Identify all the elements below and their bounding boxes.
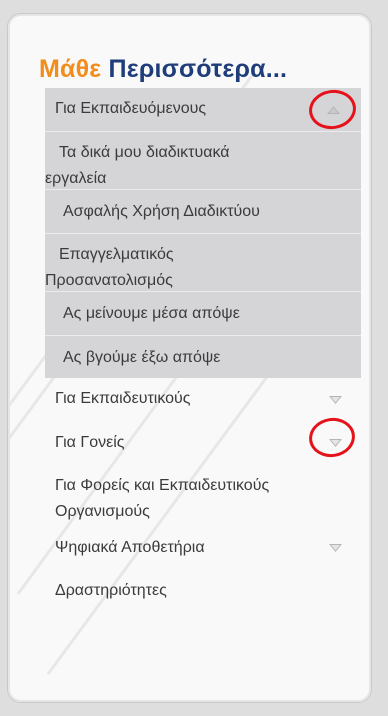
menu-item-label: Δραστηριότητες [55, 582, 167, 599]
submenu-item-label: Ας μείνουμε μέσα απόψε [63, 305, 240, 322]
menu-item-activities[interactable]: Δραστηριότητες [45, 569, 361, 612]
submenu-item-career-guidance[interactable]: Επαγγελματικός Προσανατολισμός [45, 233, 361, 291]
submenu-item-label: Ας βγούμε έξω απόψε [63, 349, 221, 366]
submenu-item-go-out-tonight[interactable]: Ας βγούμε έξω απόψε [45, 335, 361, 378]
menu-item-digital-repositories[interactable]: Ψηφιακά Αποθετήρια [45, 526, 361, 569]
submenu-item-label: Ασφαλής Χρήση Διαδικτύου [63, 203, 260, 220]
submenu-item-my-online-tools[interactable]: Τα δικά μου διαδικτυακά εργαλεία [45, 131, 361, 189]
submenu-item-stay-in-tonight[interactable]: Ας μείνουμε μέσα απόψε [45, 291, 361, 335]
down-arrow-icon[interactable] [328, 543, 343, 553]
menu-item-label: Για Φορείς και Εκπαιδευτικούς Οργανισμού… [55, 477, 270, 520]
panel-title: Μάθε Περισσότερα... [39, 55, 287, 84]
submenu-item-label: Τα δικά μου διαδικτυακά εργαλεία [45, 144, 230, 187]
menu-item-label: Για Εκπαιδευόμενους [55, 100, 207, 117]
menu-item-organizations[interactable]: Για Φορείς και Εκπαιδευτικούς Οργανισμού… [45, 464, 361, 526]
menu-item-label: Για Εκπαιδευτικούς [55, 390, 191, 407]
menu-item-teachers[interactable]: Για Εκπαιδευτικούς [45, 378, 361, 421]
down-arrow-icon[interactable] [328, 395, 343, 405]
title-word-learn: Μάθε [39, 55, 102, 83]
submenu-item-safe-internet-use[interactable]: Ασφαλής Χρήση Διαδικτύου [45, 189, 361, 233]
menu-list: Για Εκπαιδευόμενους Τα δικά μου διαδικτυ… [45, 88, 361, 612]
title-word-more: Περισσότερα... [108, 55, 288, 83]
menu-item-label: Για Γονείς [55, 434, 125, 451]
submenu-item-label: Επαγγελματικός Προσανατολισμός [45, 246, 174, 289]
menu-item-label: Ψηφιακά Αποθετήρια [55, 539, 205, 556]
